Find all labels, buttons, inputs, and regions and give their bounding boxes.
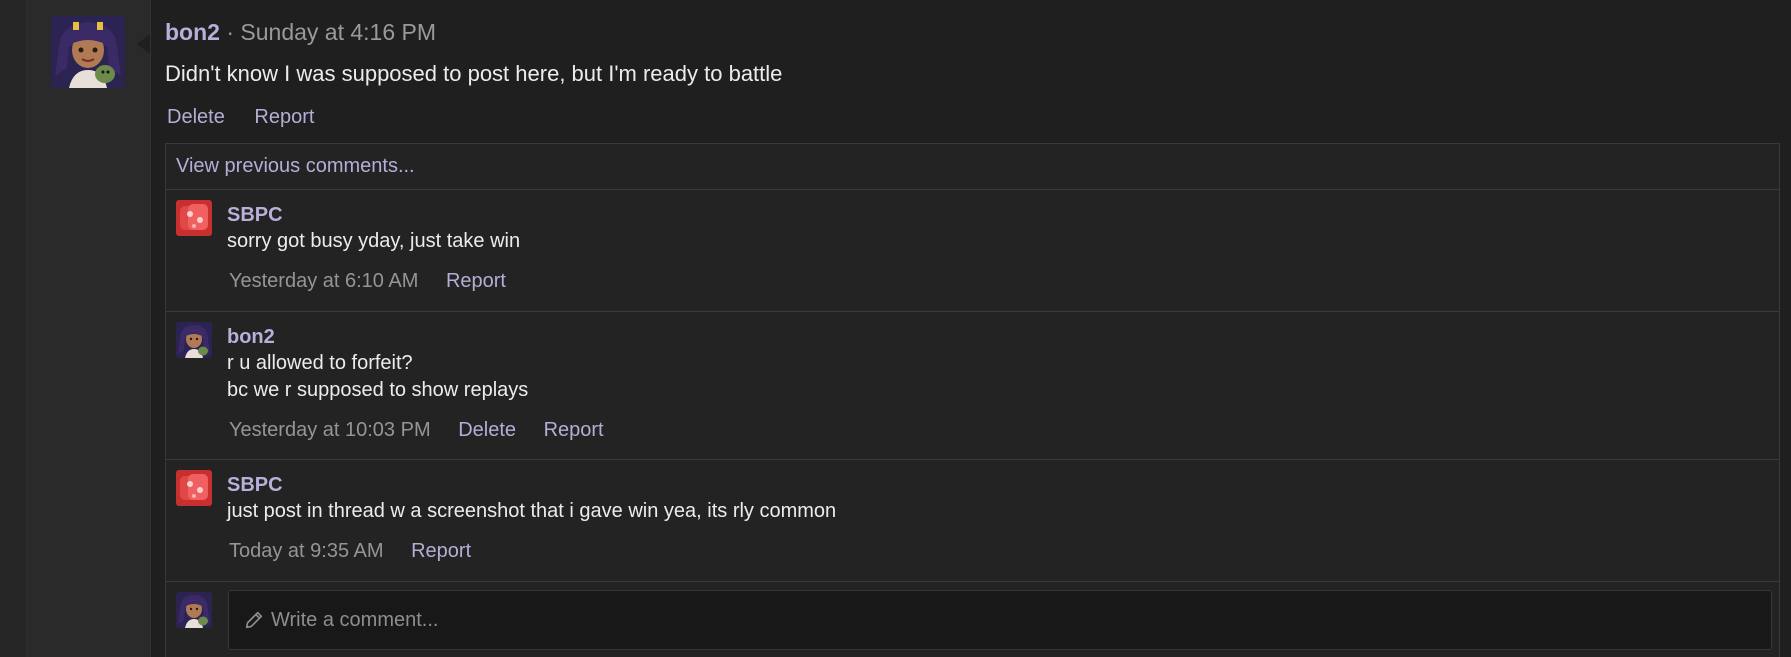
profile-post-page: bon2 · Sunday at 4:16 PM Didn't know I w…: [0, 0, 1791, 657]
view-previous-comments-link[interactable]: View previous comments...: [176, 155, 415, 177]
comment-text: sorry got busy yday, just take win: [227, 230, 521, 252]
post-pointer-arrow: [137, 34, 150, 54]
comment-timestamp[interactable]: Yesterday at 10:03 PM: [229, 419, 431, 441]
comment-item: SBPC sorry got busy yday, just take win …: [166, 190, 1779, 312]
comment-author-avatar[interactable]: [176, 200, 212, 236]
post-separator: ·: [226, 19, 235, 45]
post-author-username[interactable]: bon2: [165, 19, 220, 45]
comments-section: View previous comments... SBPC sorry got…: [165, 143, 1780, 657]
write-comment-box[interactable]: [228, 590, 1772, 650]
comment-author-username[interactable]: bon2: [227, 324, 1779, 350]
comment-meta: Yesterday at 10:03 PM Delete Report: [227, 416, 1779, 457]
comment-body: SBPC just post in thread w a screenshot …: [227, 460, 1779, 578]
comment-author-username[interactable]: SBPC: [227, 472, 1779, 498]
comment-timestamp[interactable]: Yesterday at 6:10 AM: [229, 270, 418, 292]
post-delete-link[interactable]: Delete: [167, 106, 225, 128]
left-gutter: [0, 0, 27, 657]
post-header: bon2 · Sunday at 4:16 PM: [165, 14, 1775, 50]
write-comment-input[interactable]: [265, 607, 1771, 633]
pencil-icon: [245, 611, 263, 629]
profile-post: bon2 · Sunday at 4:16 PM Didn't know I w…: [165, 14, 1775, 132]
comment-report-link[interactable]: Report: [446, 270, 506, 292]
comment-body: SBPC sorry got busy yday, just take win …: [227, 190, 1779, 308]
comment-author-avatar[interactable]: [176, 322, 212, 358]
post-timestamp[interactable]: Sunday at 4:16 PM: [240, 19, 436, 45]
post-user-column: [27, 0, 151, 657]
comment-item: bon2 r u allowed to forfeit? bc we r sup…: [166, 312, 1779, 460]
comment-text: just post in thread w a screenshot that …: [227, 500, 837, 522]
post-author-avatar[interactable]: [51, 16, 125, 88]
write-comment-row: [166, 582, 1779, 657]
comment-author-avatar[interactable]: [176, 470, 212, 506]
post-message: Didn't know I was supposed to post here,…: [165, 61, 783, 86]
comment-report-link[interactable]: Report: [544, 419, 604, 441]
comment-item: SBPC just post in thread w a screenshot …: [166, 460, 1779, 582]
comment-delete-link[interactable]: Delete: [458, 419, 516, 441]
comment-text-line: r u allowed to forfeit?: [227, 352, 413, 374]
view-previous-comments[interactable]: View previous comments...: [166, 144, 1779, 190]
comment-text-line: bc we r supposed to show replays: [227, 379, 529, 401]
comment-meta: Today at 9:35 AM Report: [227, 537, 1779, 578]
comment-report-link[interactable]: Report: [411, 540, 471, 562]
comment-body: bon2 r u allowed to forfeit? bc we r sup…: [227, 312, 1779, 457]
comment-meta: Yesterday at 6:10 AM Report: [227, 267, 1779, 308]
post-actions: Delete Report: [165, 102, 1775, 132]
comment-author-username[interactable]: SBPC: [227, 202, 1779, 228]
current-user-avatar: [176, 592, 212, 628]
comment-timestamp[interactable]: Today at 9:35 AM: [229, 540, 384, 562]
post-report-link[interactable]: Report: [254, 106, 314, 128]
